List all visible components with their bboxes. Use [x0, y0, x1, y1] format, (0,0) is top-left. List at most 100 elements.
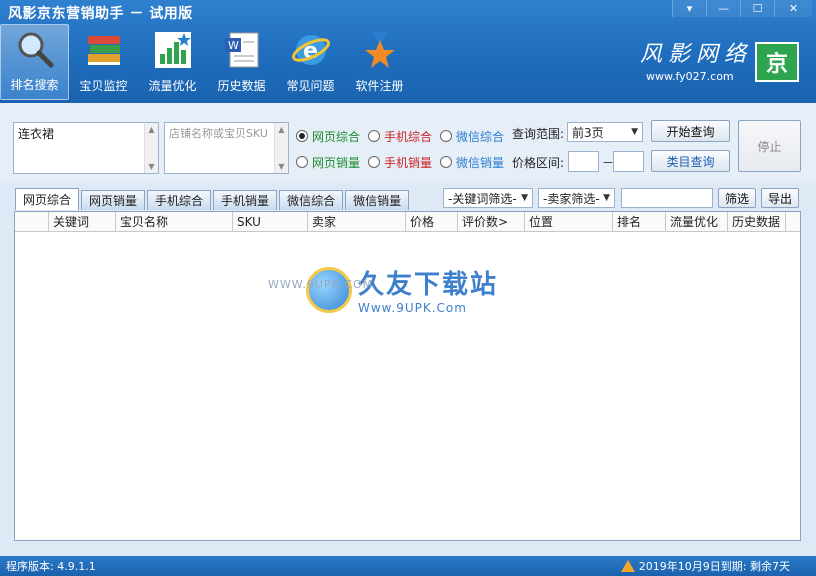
filter-button[interactable]: 筛选: [718, 188, 756, 208]
main-toolbar: 排名搜索 宝贝监控 流量优化 W 历史数据 e 常见问题 软件注册: [0, 24, 414, 100]
radio-mobile-sales[interactable]: 手机销量: [368, 154, 432, 171]
shop-sku-placeholder: 店铺名称或宝贝SKU: [169, 127, 268, 140]
results-table[interactable]: 关键词 宝贝名称 SKU 卖家 价格 评价数> 位置 排名 流量优化 历史数据: [14, 211, 801, 541]
tab-web-sales[interactable]: 网页销量: [81, 190, 146, 210]
range-select[interactable]: 前3页 ▼: [567, 122, 643, 142]
radio-web-overall[interactable]: 网页综合: [296, 128, 360, 145]
toolbar-item-monitor[interactable]: 宝贝监控: [69, 24, 138, 100]
window-controls: ▾ — ☐ ✕: [672, 0, 812, 17]
column-header-product[interactable]: 宝贝名称: [116, 212, 233, 231]
shop-scrollbar[interactable]: ▲ ▼: [274, 123, 288, 173]
radio-label: 手机综合: [384, 129, 433, 144]
magnifier-icon: [14, 28, 56, 70]
toolbar-label: 排名搜索: [10, 78, 59, 92]
radio-label: 手机销量: [384, 155, 433, 170]
brand: 风影网络 www.fy027.com: [640, 36, 752, 83]
column-header-rank[interactable]: 排名: [613, 212, 666, 231]
column-header-traffic[interactable]: 流量优化: [666, 212, 728, 231]
app-header: 风影京东营销助手 － 试用版 ▾ — ☐ ✕ 排名搜索 宝贝监控 流量优化 W …: [0, 0, 816, 103]
radio-mobile-overall[interactable]: 手机综合: [368, 128, 432, 145]
sort-mode-radios: 网页综合 手机综合 微信综合 网页销量 手机销量 微信销量: [296, 123, 512, 175]
price-label: 价格区间:: [512, 156, 565, 170]
column-header-reviews[interactable]: 评价数>: [458, 212, 525, 231]
toolbar-item-traffic[interactable]: 流量优化: [138, 24, 207, 100]
toolbar-rank-search[interactable]: 排名搜索: [0, 24, 69, 100]
keyword-value: 连衣裙: [18, 127, 55, 141]
column-header-sku[interactable]: SKU: [233, 212, 308, 231]
chevron-down-icon: ▼: [631, 127, 638, 137]
radio-wechat-overall[interactable]: 微信综合: [440, 128, 504, 145]
medal-star-icon: [359, 29, 401, 71]
table-header: 关键词 宝贝名称 SKU 卖家 价格 评价数> 位置 排名 流量优化 历史数据: [15, 212, 800, 232]
brand-url: www.fy027.com: [646, 70, 734, 83]
keyword-input[interactable]: 连衣裙 ▲ ▼: [13, 122, 159, 174]
word-document-icon: W: [221, 29, 263, 71]
price-max-input[interactable]: [613, 151, 644, 172]
result-tabs: 网页综合 网页销量 手机综合 手机销量 微信综合 微信销量: [15, 188, 411, 210]
query-panel: 连衣裙 ▲ ▼ 店铺名称或宝贝SKU ▲ ▼ 网页综合 手机综合 微信综合 网页销量…: [0, 103, 816, 183]
expiry-text: 2019年10月9日到期: 剩余7天: [638, 560, 790, 573]
toolbar-item-history[interactable]: W 历史数据: [207, 24, 276, 100]
maximize-button[interactable]: ☐: [740, 0, 774, 17]
watermark-url: Www.9UPK.Com: [358, 301, 467, 315]
column-header-keyword[interactable]: 关键词: [49, 212, 116, 231]
chevron-down-icon: ▼: [603, 193, 610, 203]
radio-web-sales[interactable]: 网页销量: [296, 154, 360, 171]
close-button[interactable]: ✕: [774, 0, 812, 17]
radio-wechat-sales[interactable]: 微信销量: [440, 154, 504, 171]
chevron-down-icon: ▼: [521, 193, 528, 203]
seller-filter-select[interactable]: -卖家筛选- ▼: [538, 188, 615, 208]
tab-mobile-sales[interactable]: 手机销量: [213, 190, 278, 210]
toolbar-item-register[interactable]: 软件注册: [345, 24, 414, 100]
radio-unchecked-icon: [368, 156, 381, 168]
books-icon: [83, 29, 125, 71]
column-header-seller[interactable]: 卖家: [308, 212, 406, 231]
scroll-up-icon: ▲: [278, 125, 285, 134]
filter-text-input[interactable]: [621, 188, 713, 208]
price-min-input[interactable]: [568, 151, 599, 172]
svg-text:W: W: [228, 39, 239, 52]
radio-unchecked-icon: [440, 130, 453, 142]
warning-icon: [620, 560, 635, 572]
column-header-index[interactable]: [15, 212, 49, 231]
tab-mobile-overall[interactable]: 手机综合: [147, 190, 212, 210]
keyword-scrollbar[interactable]: ▲ ▼: [144, 123, 158, 173]
scroll-down-icon: ▼: [278, 162, 285, 171]
toolbar-label: 流量优化: [148, 79, 197, 93]
range-label: 查询范围:: [512, 127, 565, 141]
export-button[interactable]: 导出: [761, 188, 799, 208]
status-bar: 程序版本: 4.9.1.1 2019年10月9日到期: 剩余7天: [0, 556, 816, 576]
tab-web-overall[interactable]: 网页综合: [15, 188, 80, 210]
keyword-filter-select[interactable]: -关键词筛选- ▼: [443, 188, 533, 208]
minimize-button[interactable]: —: [706, 0, 740, 17]
radio-unchecked-icon: [440, 156, 453, 168]
version-text: 程序版本: 4.9.1.1: [6, 560, 96, 573]
radio-unchecked-icon: [296, 156, 308, 168]
radio-label: 网页综合: [312, 129, 361, 144]
watermark-name: 久友下载站: [358, 270, 499, 300]
menu-dropdown-button[interactable]: ▾: [672, 0, 706, 17]
shop-sku-input[interactable]: 店铺名称或宝贝SKU ▲ ▼: [164, 122, 289, 174]
bar-chart-icon: [152, 29, 194, 71]
ie-browser-icon: e: [290, 29, 332, 71]
radio-unchecked-icon: [368, 130, 381, 142]
column-header-history[interactable]: 历史数据: [728, 212, 786, 231]
tab-wechat-sales[interactable]: 微信销量: [345, 190, 410, 210]
start-query-button[interactable]: 开始查询: [651, 120, 730, 142]
watermark: WWW.9UPK.COM 久友下载站 Www.9UPK.Com: [268, 264, 498, 315]
window-title: 风影京东营销助手 － 试用版: [8, 6, 193, 22]
scroll-down-icon: ▼: [148, 162, 155, 171]
category-query-button[interactable]: 类目查询: [651, 150, 730, 172]
watermark-small-url: WWW.9UPK.COM: [268, 278, 374, 291]
column-header-price[interactable]: 价格: [406, 212, 458, 231]
column-header-position[interactable]: 位置: [525, 212, 613, 231]
radio-checked-icon: [296, 130, 308, 142]
toolbar-label: 软件注册: [355, 79, 404, 93]
tab-wechat-overall[interactable]: 微信综合: [279, 190, 344, 210]
toolbar-label: 历史数据: [217, 79, 266, 93]
toolbar-label: 常见问题: [286, 79, 335, 93]
radio-label: 微信销量: [456, 155, 505, 170]
radio-label: 网页销量: [312, 155, 361, 170]
toolbar-item-faq[interactable]: e 常见问题: [276, 24, 345, 100]
stop-button[interactable]: 停止: [738, 120, 801, 172]
